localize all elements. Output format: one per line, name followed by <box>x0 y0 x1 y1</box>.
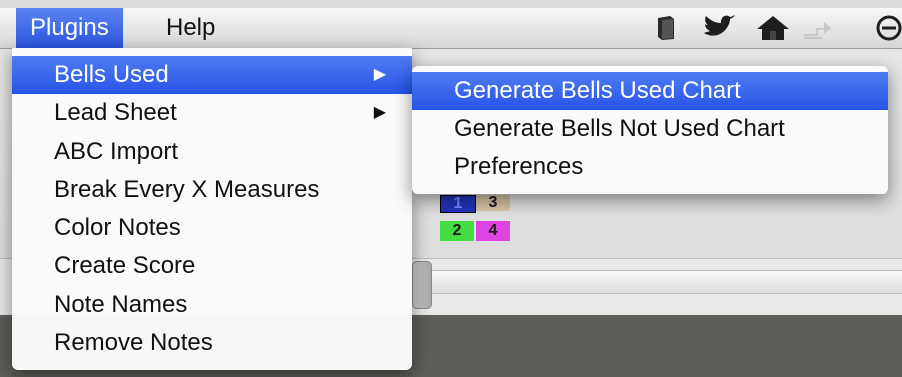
bell-chip-4: 4 <box>476 221 510 241</box>
bell-chip-2: 2 <box>440 221 474 241</box>
menu-item-label: ABC Import <box>54 137 179 165</box>
bells-used-submenu: Generate Bells Used Chart Generate Bells… <box>412 66 888 194</box>
menu-item-break-every-x-measures[interactable]: Break Every X Measures <box>12 171 412 209</box>
home-icon[interactable] <box>755 14 791 42</box>
submenu-arrow-icon: ▶ <box>373 66 386 83</box>
menu-item-bells-used[interactable]: Bells Used ▶ <box>12 56 412 95</box>
scroll-thumb[interactable] <box>412 261 432 309</box>
bell-chip-1: 1 <box>440 195 476 213</box>
menu-item-create-score[interactable]: Create Score <box>12 247 412 285</box>
menu-item-label: Break Every X Measures <box>54 175 320 203</box>
scrollbar-track[interactable] <box>432 270 902 294</box>
menu-item-label: Color Notes <box>54 214 181 242</box>
menu-item-label: Generate Bells Used Chart <box>454 77 741 104</box>
menu-item-label: Create Score <box>54 252 196 280</box>
menu-item-generate-bells-not-used-chart[interactable]: Generate Bells Not Used Chart <box>412 110 888 148</box>
menu-item-label: Lead Sheet <box>54 99 177 127</box>
power-icon[interactable] <box>872 14 902 42</box>
menu-item-preferences[interactable]: Preferences <box>412 148 888 186</box>
bell-chip-3: 3 <box>476 195 510 211</box>
menu-help[interactable]: Help <box>152 8 229 48</box>
menu-item-lead-sheet[interactable]: Lead Sheet ▶ <box>12 94 412 132</box>
menu-item-label: Remove Notes <box>54 329 213 357</box>
menu-item-label: Note Names <box>54 290 188 318</box>
twitter-bird-icon[interactable] <box>700 14 740 42</box>
menu-item-label: Bells Used <box>54 61 169 88</box>
menu-item-note-names[interactable]: Note Names <box>12 286 412 324</box>
submenu-arrow-icon: ▶ <box>373 104 386 122</box>
menu-item-color-notes[interactable]: Color Notes <box>12 209 412 247</box>
menu-plugins[interactable]: Plugins <box>16 8 123 48</box>
menu-item-remove-notes[interactable]: Remove Notes <box>12 324 412 362</box>
menu-item-generate-bells-used-chart[interactable]: Generate Bells Used Chart <box>412 72 888 110</box>
plugins-dropdown-menu: Bells Used ▶ Lead Sheet ▶ ABC Import Bre… <box>12 48 412 370</box>
book-icon[interactable] <box>652 14 680 42</box>
menu-item-abc-import[interactable]: ABC Import <box>12 133 412 171</box>
menu-item-label: Preferences <box>454 153 584 180</box>
share-arrow-icon[interactable] <box>800 14 834 42</box>
menu-item-label: Generate Bells Not Used Chart <box>454 115 785 142</box>
menu-bar: Plugins Help <box>0 8 902 49</box>
